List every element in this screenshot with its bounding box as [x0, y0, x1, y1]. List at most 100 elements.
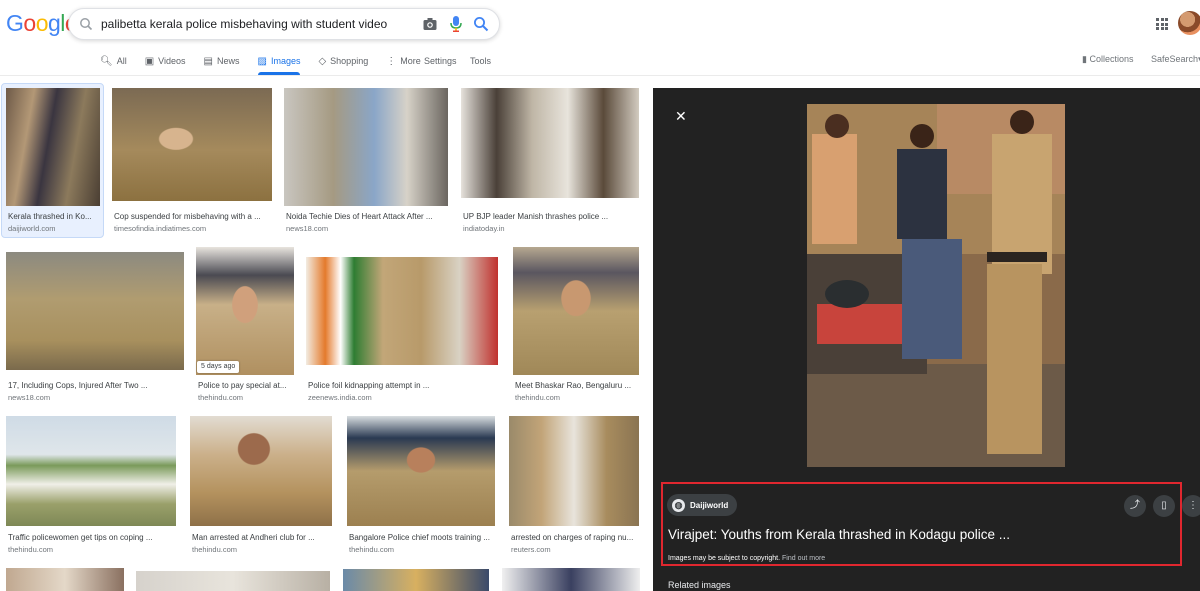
tools-link[interactable]: Tools: [470, 52, 491, 70]
result-caption[interactable]: Man arrested at Andheri club for ...: [192, 533, 334, 542]
result-tile[interactable]: Noida Techie Dies of Heart Attack After …: [284, 88, 450, 238]
result-source: timesofindia.indiatimes.com: [114, 224, 207, 233]
result-image[interactable]: [284, 88, 448, 206]
result-tile[interactable]: [136, 571, 330, 591]
find-out-more-link[interactable]: Find out more: [782, 555, 825, 562]
result-source: thehindu.com: [349, 545, 395, 554]
result-image[interactable]: [6, 416, 176, 526]
result-image[interactable]: [461, 88, 639, 198]
tab-shopping[interactable]: ◇ Shopping: [318, 52, 368, 70]
result-image[interactable]: [343, 569, 489, 591]
result-caption[interactable]: 17, Including Cops, Injured After Two ..…: [8, 381, 186, 390]
result-image[interactable]: [190, 416, 332, 526]
result-tile[interactable]: Police foil kidnapping attempt in ... ze…: [306, 257, 500, 404]
result-caption[interactable]: UP BJP leader Manish thrashes police ...: [463, 212, 641, 221]
tab-label: More: [400, 56, 421, 66]
google-logo[interactable]: Google: [6, 10, 78, 37]
preview-image[interactable]: [807, 104, 1065, 467]
newspaper-icon: ▤: [203, 55, 213, 67]
result-tile[interactable]: Kerala thrashed in Ko... daijiworld.com: [6, 88, 102, 238]
source-name: Daijiworld: [690, 500, 729, 510]
result-caption[interactable]: arrested on charges of raping nu...: [511, 533, 641, 542]
result-image[interactable]: [6, 88, 100, 206]
result-tile[interactable]: arrested on charges of raping nu... reut…: [509, 416, 641, 556]
related-images-heading: Related images: [668, 580, 731, 590]
image-preview-panel: ✕ ◍ Daijiworld ⤴ ▯ ⋮ Virajpet: Youths fr…: [653, 88, 1200, 591]
result-tile[interactable]: [343, 569, 489, 591]
safesearch-label: SafeSearch: [1151, 54, 1199, 64]
result-tile[interactable]: Meet Bhaskar Rao, Bengaluru ... thehindu…: [513, 247, 641, 404]
result-image[interactable]: [347, 416, 495, 526]
result-source: news18.com: [8, 393, 51, 402]
source-chip[interactable]: ◍ Daijiworld: [667, 494, 738, 516]
preview-title[interactable]: Virajpet: Youths from Kerala thrashed in…: [668, 527, 1010, 542]
search-box[interactable]: palibetta kerala police misbehaving with…: [68, 8, 500, 40]
result-tile[interactable]: Police to pay special at... thehindu.com: [196, 247, 296, 404]
result-tile[interactable]: 17, Including Cops, Injured After Two ..…: [6, 252, 186, 404]
tab-label: All: [116, 56, 127, 66]
more-vert-icon[interactable]: ⋮: [1182, 495, 1200, 517]
date-badge: 5 days ago: [197, 361, 240, 373]
search-icon: [80, 18, 93, 31]
collections-link[interactable]: ▮ Collections: [1082, 54, 1133, 65]
result-image[interactable]: [509, 416, 639, 526]
result-caption[interactable]: Meet Bhaskar Rao, Bengaluru ...: [515, 381, 641, 390]
result-caption[interactable]: Police to pay special at...: [198, 381, 294, 390]
camera-icon[interactable]: [422, 16, 438, 32]
result-tile[interactable]: UP BJP leader Manish thrashes police ...…: [461, 88, 641, 238]
header: Google palibetta kerala police misbehavi…: [0, 0, 1200, 76]
apps-grid-icon[interactable]: [1156, 18, 1168, 30]
result-image[interactable]: [502, 568, 640, 591]
microphone-icon[interactable]: [449, 15, 463, 33]
result-source: thehindu.com: [8, 545, 54, 554]
result-source: thehindu.com: [198, 393, 244, 402]
tab-news[interactable]: ▤ News: [204, 52, 240, 70]
result-image[interactable]: [112, 88, 272, 201]
settings-link[interactable]: Settings: [424, 52, 457, 70]
share-icon[interactable]: ⤴: [1124, 495, 1146, 517]
result-caption[interactable]: Police foil kidnapping attempt in ...: [308, 381, 500, 390]
highlight-box: [661, 482, 1182, 566]
result-tile[interactable]: Man arrested at Andheri club for ... the…: [190, 416, 334, 556]
result-image[interactable]: [196, 247, 294, 375]
close-icon[interactable]: ✕: [675, 108, 687, 125]
result-tile[interactable]: [6, 568, 124, 591]
preview-photo: [807, 104, 1065, 467]
result-image[interactable]: [306, 257, 498, 365]
result-source: news18.com: [286, 224, 329, 233]
tab-more[interactable]: ⋮ More: [386, 52, 421, 70]
result-image[interactable]: [136, 571, 330, 591]
tab-label: Videos: [158, 56, 186, 66]
result-caption[interactable]: Bangalore Police chief moots training ..…: [349, 533, 497, 542]
result-image[interactable]: [513, 247, 639, 375]
safesearch-link[interactable]: SafeSearch▾: [1151, 54, 1200, 65]
result-caption[interactable]: Traffic policewomen get tips on coping .…: [8, 533, 178, 542]
tab-videos[interactable]: ▣ Videos: [145, 52, 186, 70]
tab-all[interactable]: 🔍︎ All: [100, 52, 127, 70]
result-caption[interactable]: Noida Techie Dies of Heart Attack After …: [286, 212, 450, 221]
result-source: indiatoday.in: [463, 224, 505, 233]
result-caption[interactable]: Cop suspended for misbehaving with a ...: [114, 212, 274, 221]
tab-label: News: [216, 56, 240, 66]
result-source: reuters.com: [511, 545, 551, 554]
result-tile[interactable]: Cop suspended for misbehaving with a ...…: [112, 88, 274, 238]
logo-letter: o: [35, 10, 49, 36]
result-tile[interactable]: Bangalore Police chief moots training ..…: [347, 416, 497, 556]
tab-images[interactable]: ▨ Images: [257, 52, 300, 75]
play-icon: ▣: [144, 55, 155, 67]
result-image[interactable]: [6, 568, 124, 591]
result-tile[interactable]: [502, 568, 640, 591]
avatar[interactable]: [1178, 11, 1200, 35]
tag-icon: ◇: [318, 55, 327, 67]
result-image[interactable]: [6, 252, 184, 370]
search-submit-icon[interactable]: [473, 16, 489, 32]
logo-letter: g: [47, 10, 61, 36]
search-query[interactable]: palibetta kerala police misbehaving with…: [101, 17, 387, 31]
search-tabs: 🔍︎ All ▣ Videos ▤ News ▨ Images ◇ Shopping ⋮ M…: [100, 52, 439, 76]
bookmark-icon[interactable]: ▯: [1153, 495, 1175, 517]
result-source: daijiworld.com: [8, 224, 56, 233]
result-caption[interactable]: Kerala thrashed in Ko...: [8, 212, 102, 221]
result-tile[interactable]: Traffic policewomen get tips on coping .…: [6, 416, 178, 556]
copyright-text: Images may be subject to copyright.: [668, 555, 781, 562]
tab-label: Shopping: [330, 56, 369, 66]
